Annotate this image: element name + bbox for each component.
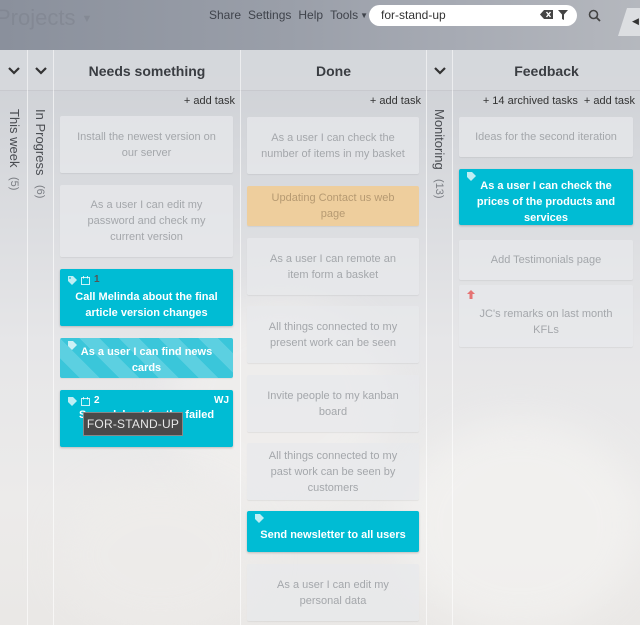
- column-header-feedback: Feedback: [453, 50, 640, 91]
- card-meta: 1: [68, 272, 100, 288]
- tag-icon: [68, 275, 77, 285]
- due-count: 2: [94, 395, 100, 406]
- add-task-button[interactable]: + add task: [584, 95, 635, 107]
- column-title: Done: [316, 62, 351, 79]
- lane-this-week[interactable]: This week (5): [2, 91, 28, 625]
- tag-icon: [68, 341, 77, 350]
- task-card[interactable]: As a user I can remote an item form a ba…: [247, 238, 419, 295]
- add-task-button[interactable]: + add task: [370, 95, 421, 107]
- settings-link[interactable]: Settings: [248, 8, 291, 22]
- task-card[interactable]: JC's remarks on last month KFLs: [459, 285, 633, 347]
- search-input[interactable]: [381, 8, 521, 22]
- lane-label: Monitoring (13): [432, 109, 447, 199]
- task-card[interactable]: As a user I can find news cards: [60, 338, 233, 378]
- lane-title: Monitoring: [432, 109, 447, 170]
- backspace-icon[interactable]: [540, 10, 553, 19]
- tools-label: Tools: [330, 8, 359, 22]
- task-card[interactable]: 1 Call Melinda about the final article v…: [60, 269, 233, 326]
- card-title: Add Testimonials page: [490, 254, 602, 266]
- lane-monitoring[interactable]: Monitoring (13): [427, 91, 453, 625]
- card-title: As a user I can check the prices of the …: [476, 180, 616, 224]
- task-card[interactable]: As a user I can edit my password and che…: [60, 185, 233, 257]
- priority-up-icon: [467, 290, 475, 299]
- task-card[interactable]: Invite people to my kanban board: [247, 375, 419, 432]
- search-box: [369, 5, 577, 26]
- column-header-done: Done: [241, 50, 427, 91]
- tag-tooltip: FOR-STAND-UP: [83, 412, 183, 436]
- column-feedback: + 14 archived tasks + add task Ideas for…: [453, 91, 640, 625]
- lane-title: In Progress: [33, 109, 48, 176]
- card-title: JC's remarks on last month KFLs: [479, 308, 613, 336]
- due-count: 1: [94, 274, 100, 285]
- column-needs-something: + add task Install the newest version on…: [54, 91, 241, 625]
- task-card[interactable]: As a user I can edit my personal data: [247, 564, 419, 621]
- card-meta: [68, 341, 77, 350]
- caret-down-icon: ▼: [81, 13, 93, 26]
- calendar-icon: [81, 275, 90, 285]
- lane-count: (5): [8, 177, 20, 191]
- card-meta: [255, 514, 264, 523]
- chevron-down-icon: [433, 66, 446, 75]
- tools-menu[interactable]: Tools ▼: [330, 8, 368, 22]
- card-title: As a user I can check the number of item…: [261, 131, 405, 160]
- task-card[interactable]: Send newsletter to all users: [247, 511, 419, 552]
- card-title: Send newsletter to all users: [260, 528, 406, 541]
- tag-icon: [255, 514, 264, 523]
- column-header-needs-something: Needs something: [54, 50, 241, 91]
- help-link[interactable]: Help: [298, 8, 323, 22]
- tag-icon: [467, 172, 476, 181]
- lane-in-progress-toggle[interactable]: [28, 50, 54, 91]
- card-title: Invite people to my kanban board: [267, 389, 399, 418]
- column-done: + add task As a user I can check the num…: [241, 91, 427, 625]
- column-title: Feedback: [514, 62, 579, 79]
- caret-left-icon: ◀: [632, 16, 639, 26]
- card-title: As a user I can edit my password and che…: [87, 199, 206, 243]
- task-card[interactable]: All things connected to my past work can…: [247, 443, 419, 500]
- chevron-down-icon: [7, 66, 20, 75]
- lane-title: This week: [7, 109, 22, 168]
- search-icon[interactable]: [588, 9, 601, 22]
- top-nav: Share Settings Help Tools ▼: [209, 8, 368, 22]
- board-header: Needs something Done Feedback: [0, 50, 640, 91]
- lane-in-progress[interactable]: In Progress (6): [28, 91, 54, 625]
- card-title: All things connected to my present work …: [268, 320, 398, 349]
- lane-monitoring-toggle[interactable]: [427, 50, 453, 91]
- card-title: Call Melinda about the final article ver…: [75, 290, 218, 319]
- task-card[interactable]: Updating Contact us web page: [247, 186, 419, 226]
- calendar-icon: [81, 396, 90, 406]
- card-title: All things connected to my past work can…: [268, 449, 398, 494]
- task-card[interactable]: Add Testimonials page: [459, 240, 633, 280]
- card-title: As a user I can remote an item form a ba…: [270, 252, 396, 281]
- chevron-down-icon: [34, 66, 47, 75]
- column-title: Needs something: [88, 62, 206, 79]
- task-card[interactable]: As a user I can check the prices of the …: [459, 169, 633, 225]
- lane-count: (6): [34, 185, 46, 199]
- task-card[interactable]: All things connected to my present work …: [247, 306, 419, 363]
- lane-this-week-toggle[interactable]: [0, 50, 28, 91]
- add-task-button[interactable]: + add task: [184, 95, 235, 107]
- card-title: Updating Contact us web page: [271, 192, 395, 220]
- share-link[interactable]: Share: [209, 8, 241, 22]
- card-title: Ideas for the second iteration: [475, 131, 617, 143]
- lane-count: (13): [433, 179, 445, 199]
- projects-label: Projects: [0, 5, 76, 30]
- lane-label: This week (5): [7, 109, 22, 191]
- lane-label: In Progress (6): [33, 109, 48, 199]
- card-meta: [467, 172, 476, 181]
- task-card[interactable]: Ideas for the second iteration: [459, 117, 633, 157]
- caret-down-icon: ▼: [360, 11, 369, 21]
- collapse-panel-button[interactable]: ◀: [618, 8, 640, 36]
- task-card[interactable]: As a user I can check the number of item…: [247, 117, 419, 174]
- card-title: Install the newest version on our server: [77, 130, 216, 159]
- filter-icon[interactable]: [558, 10, 568, 20]
- archived-tasks-link[interactable]: + 14 archived tasks: [483, 95, 578, 107]
- card-title: As a user I can find news cards: [80, 346, 213, 374]
- card-meta: 2: [68, 393, 100, 409]
- assignee-initials: WJ: [214, 395, 229, 406]
- card-title: As a user I can edit my personal data: [277, 578, 389, 607]
- projects-menu[interactable]: Projects ▼: [0, 5, 92, 31]
- top-bar: Projects▼ Share Settings Help Tools▼ ◀: [0, 0, 640, 50]
- tag-icon: [68, 396, 77, 406]
- task-card[interactable]: Install the newest version on our server: [60, 116, 233, 173]
